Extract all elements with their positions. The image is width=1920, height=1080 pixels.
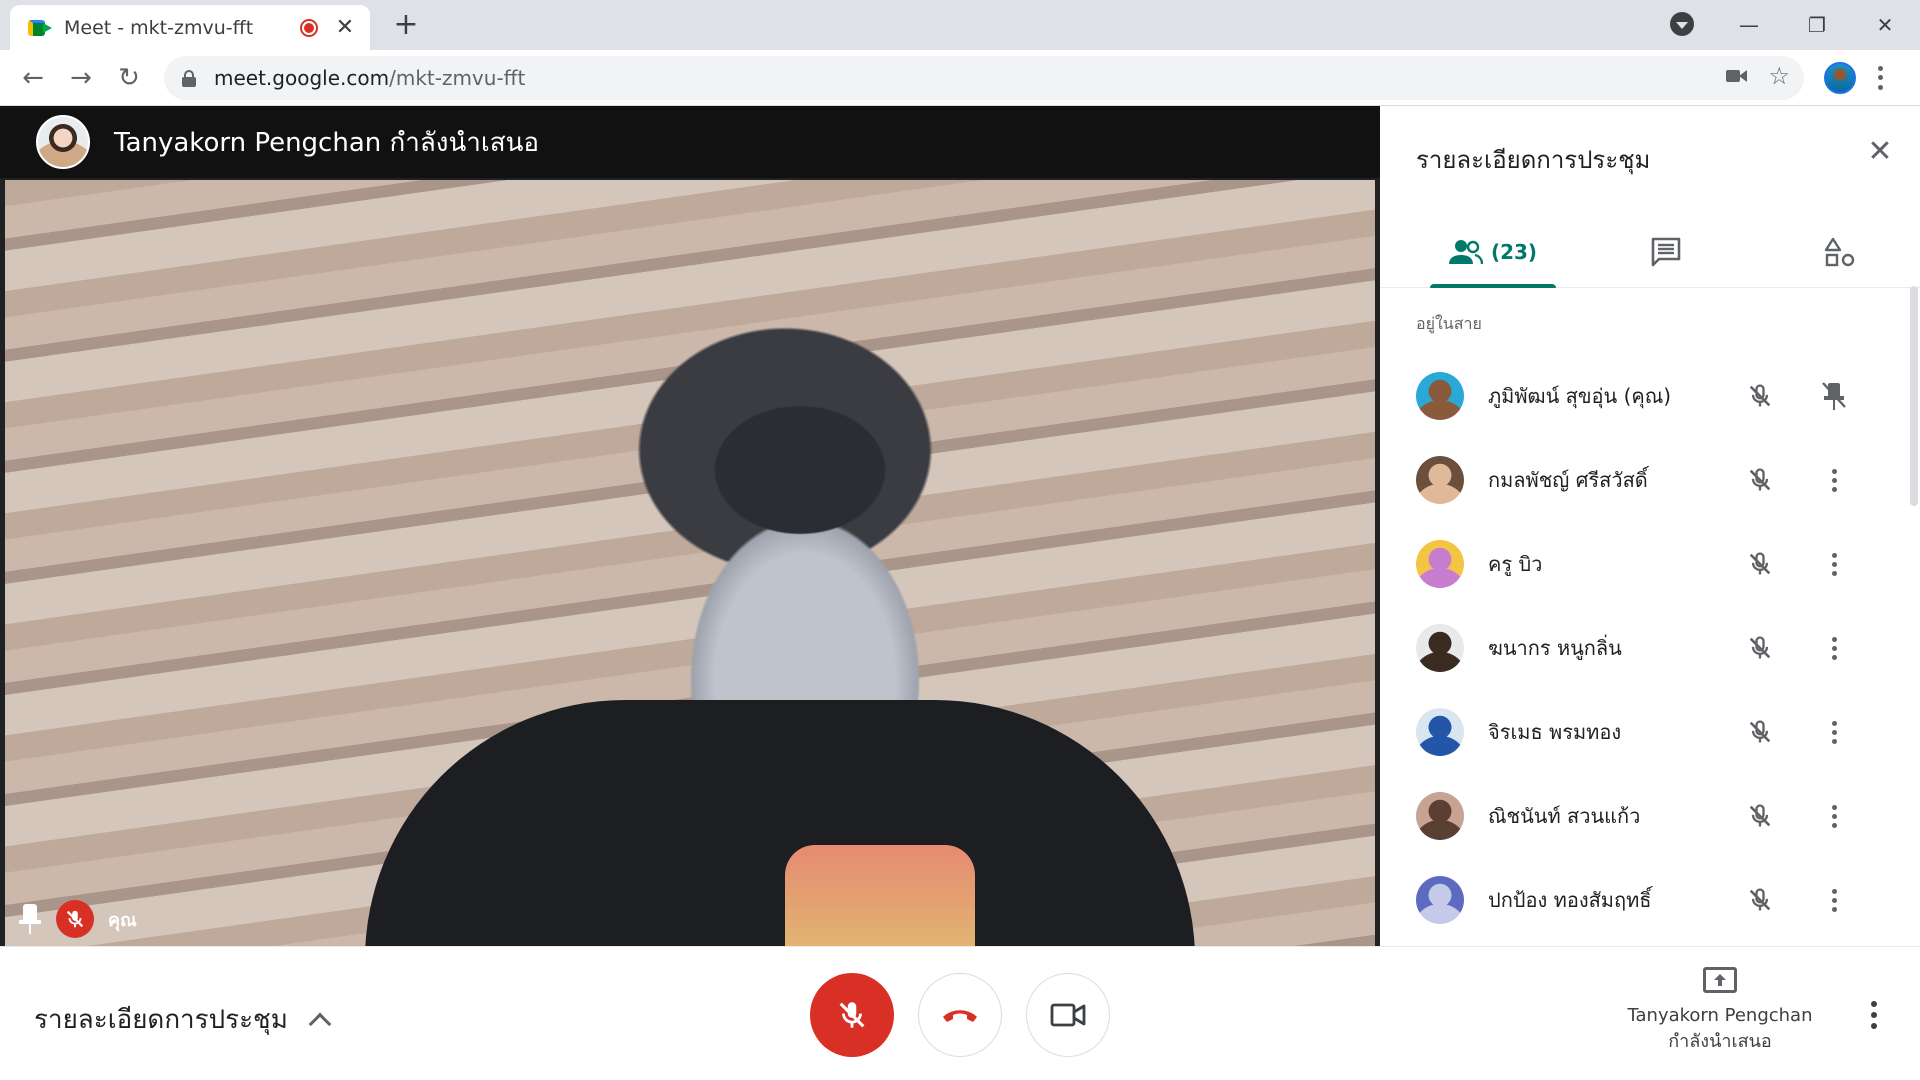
pin-icon[interactable]	[18, 904, 42, 934]
participant-avatar	[1416, 624, 1464, 672]
forward-button[interactable]: →	[62, 59, 100, 97]
tab-chat[interactable]	[1626, 216, 1706, 288]
panel-title: รายละเอียดการประชุม	[1416, 146, 1651, 174]
participant-name: กมลพัชญ์ ศรีสวัสดิ์	[1488, 468, 1648, 492]
more-options-icon[interactable]	[1862, 997, 1886, 1033]
address-bar[interactable]: meet.google.com/mkt-zmvu-fft ☆	[164, 56, 1804, 100]
participant-row[interactable]: ครู บิว	[1380, 522, 1900, 606]
window-close-button[interactable]: ✕	[1860, 8, 1910, 42]
mic-off-icon	[1742, 462, 1778, 498]
participant-name: ฆนากร หนูกลิ่น	[1488, 636, 1622, 660]
bottom-control-bar: รายละเอียดการประชุม Tanyakorn Pengchan ก…	[0, 946, 1920, 1080]
mic-off-icon	[1742, 546, 1778, 582]
mic-off-icon	[1742, 378, 1778, 414]
participant-avatar	[1416, 792, 1464, 840]
video-camera-icon	[1050, 1003, 1086, 1027]
lock-icon[interactable]	[182, 70, 196, 87]
panel-close-button[interactable]: ✕	[1864, 136, 1896, 168]
tab-title: Meet - mkt-zmvu-fft	[64, 16, 254, 39]
activities-shapes-icon	[1824, 237, 1855, 267]
tab-close-button[interactable]: ✕	[334, 16, 356, 39]
recording-indicator-icon	[300, 18, 318, 37]
mic-off-icon	[1742, 882, 1778, 918]
more-icon[interactable]	[1816, 714, 1852, 750]
participant-avatar	[1416, 708, 1464, 756]
present-presenter-name: Tanyakorn Pengchan	[1627, 1005, 1813, 1026]
browser-tab-meet[interactable]: Meet - mkt-zmvu-fft ✕	[10, 5, 370, 50]
present-now-button[interactable]: Tanyakorn Pengchan กำลังนำเสนอ	[1610, 967, 1830, 1055]
people-count: (23)	[1490, 240, 1538, 264]
self-name-label: คุณ	[108, 909, 137, 931]
people-icon	[1448, 240, 1483, 265]
presenter-avatar	[36, 115, 90, 169]
participant-name: จิรเมธ พรมทอง	[1488, 720, 1622, 744]
leave-call-button[interactable]	[918, 973, 1002, 1057]
hang-up-icon	[943, 1010, 977, 1022]
participant-row[interactable]: ภูมิพัฒน์ สุขอุ่น (คุณ)	[1380, 354, 1900, 438]
participant-row[interactable]: กมลพัชญ์ ศรีสวัสดิ์	[1380, 438, 1900, 522]
mic-off-icon	[1742, 630, 1778, 666]
camera-toggle-button[interactable]	[1026, 973, 1110, 1057]
more-icon[interactable]	[1816, 630, 1852, 666]
meeting-details-button[interactable]: รายละเอียดการประชุม	[34, 999, 332, 1040]
participant-list: ภูมิพัฒน์ สุขอุ่น (คุณ) กมลพัชญ์ ศรีสวัสด…	[1380, 354, 1900, 942]
mic-off-icon	[1742, 798, 1778, 834]
url-path: /mkt-zmvu-fft	[389, 66, 526, 90]
participant-avatar	[1416, 876, 1464, 924]
camera-in-use-icon[interactable]	[1726, 68, 1748, 84]
more-icon[interactable]	[1816, 546, 1852, 582]
present-status: กำลังนำเสนอ	[1668, 1031, 1772, 1052]
mic-off-icon	[839, 1002, 865, 1028]
browser-toolbar: ← → ↻ meet.google.com/mkt-zmvu-fft ☆	[0, 50, 1920, 106]
tab-search-icon[interactable]	[1670, 12, 1694, 36]
participant-name: ครู บิว	[1488, 552, 1543, 576]
google-meet-icon	[28, 16, 52, 40]
chat-icon	[1651, 237, 1681, 267]
microphone-toggle-button[interactable]	[810, 973, 894, 1057]
more-icon[interactable]	[1816, 798, 1852, 834]
participant-row[interactable]: จิรเมธ พรมทอง	[1380, 690, 1900, 774]
meeting-details-panel: รายละเอียดการประชุม ✕ (23) อยู่ในสาย ภูม…	[1380, 106, 1920, 946]
participant-row[interactable]: ปกป้อง ทองสัมฤทธิ์	[1380, 858, 1900, 942]
participant-row[interactable]: ฆนากร หนูกลิ่น	[1380, 606, 1900, 690]
more-icon[interactable]	[1816, 882, 1852, 918]
panel-scrollbar[interactable]	[1910, 286, 1918, 506]
back-button[interactable]: ←	[14, 59, 52, 97]
participant-row[interactable]: ณิชนันท์ สวนแก้ว	[1380, 774, 1900, 858]
participant-name: ปกป้อง ทองสัมฤทธิ์	[1488, 888, 1652, 912]
participant-avatar	[1416, 456, 1464, 504]
participant-avatar	[1416, 540, 1464, 588]
tab-activities[interactable]	[1800, 216, 1880, 288]
more-icon[interactable]	[1816, 462, 1852, 498]
browser-menu-icon[interactable]	[1872, 64, 1888, 92]
presenter-banner: Tanyakorn Pengchan กำลังนำเสนอ	[0, 106, 1380, 178]
meeting-stage: Tanyakorn Pengchan กำลังนำเสนอ	[0, 106, 1380, 946]
profile-avatar[interactable]	[1824, 62, 1856, 94]
main-video-feed[interactable]	[5, 180, 1375, 946]
bookmark-star-icon[interactable]: ☆	[1768, 64, 1790, 88]
present-screen-icon	[1703, 967, 1737, 993]
pin-off-icon[interactable]	[1816, 378, 1852, 414]
restore-button[interactable]: ❐	[1792, 8, 1842, 42]
participant-avatar	[1416, 372, 1464, 420]
in-call-section-label: อยู่ในสาย	[1416, 314, 1482, 333]
mic-off-icon	[1742, 714, 1778, 750]
chevron-up-icon	[308, 1012, 332, 1035]
tab-people[interactable]: (23)	[1430, 216, 1556, 288]
browser-tabstrip: Meet - mkt-zmvu-fft ✕ + — ❐ ✕	[0, 0, 1920, 50]
self-tile-label: คุณ	[18, 900, 137, 938]
presenter-title: Tanyakorn Pengchan กำลังนำเสนอ	[114, 127, 539, 158]
participant-name: ณิชนันท์ สวนแก้ว	[1488, 804, 1641, 828]
url-host: meet.google.com	[214, 66, 390, 90]
minimize-button[interactable]: —	[1724, 8, 1774, 42]
mic-off-icon	[56, 900, 94, 938]
new-tab-button[interactable]: +	[390, 10, 422, 42]
meeting-details-label: รายละเอียดการประชุม	[34, 1005, 288, 1035]
panel-tabs: (23)	[1380, 216, 1920, 288]
participant-name: ภูมิพัฒน์ สุขอุ่น (คุณ)	[1488, 384, 1672, 408]
reload-button[interactable]: ↻	[110, 59, 148, 97]
